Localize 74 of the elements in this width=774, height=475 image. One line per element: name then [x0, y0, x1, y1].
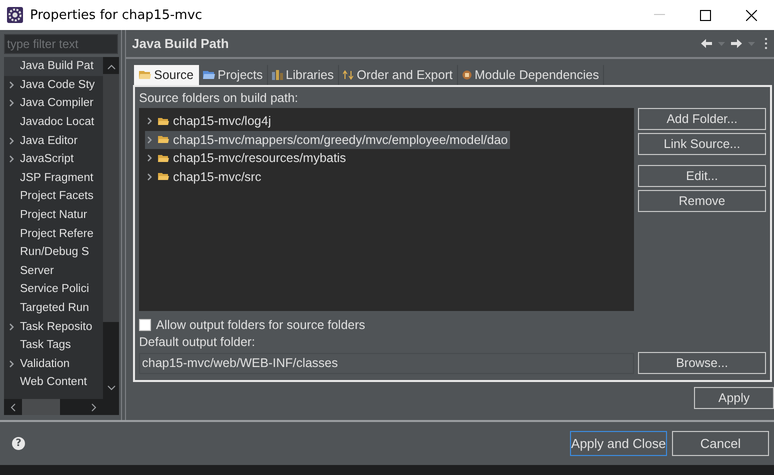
folder-icon	[158, 116, 169, 126]
sidebar-item[interactable]: Server	[4, 262, 103, 280]
output-folder-field[interactable]: chap15-mvc/web/WEB-INF/classes	[139, 352, 634, 374]
chevron-right-icon[interactable]	[147, 117, 153, 126]
scrollbar-thumb[interactable]	[22, 399, 60, 415]
checkbox-label: Allow output folders for source folders	[156, 318, 366, 332]
chevron-right-icon[interactable]	[91, 402, 97, 412]
help-button[interactable]: ?	[12, 437, 25, 450]
sidebar-item[interactable]: Java Build Pat	[4, 57, 103, 76]
sidebar-item[interactable]: Task Tags	[4, 336, 103, 354]
books-icon	[272, 70, 283, 80]
chevron-right-icon[interactable]	[9, 99, 15, 108]
browse-button[interactable]: Browse...	[638, 352, 766, 374]
close-icon[interactable]	[746, 10, 756, 20]
chevron-right-icon[interactable]	[147, 136, 153, 144]
sidebar-item[interactable]: Java Compiler	[4, 94, 103, 113]
module-icon	[462, 70, 472, 80]
sidebar-item[interactable]: Task Reposito	[4, 317, 103, 336]
chevron-right-icon[interactable]	[147, 172, 153, 181]
forward-arrow-icon[interactable]	[731, 39, 742, 48]
folder-icon	[158, 154, 169, 163]
folder-icon	[202, 70, 215, 80]
folder-row[interactable]: chap15-mvc/resources/mybatis	[145, 149, 348, 168]
chevron-right-icon[interactable]	[147, 154, 153, 162]
folder-icon	[158, 172, 169, 182]
maximize-icon[interactable]	[700, 10, 710, 20]
sidebar-item[interactable]: Project Refere	[4, 224, 103, 243]
sidebar-item[interactable]: Targeted Run	[4, 298, 103, 318]
sidebar-item[interactable]: JSP Fragment	[4, 168, 103, 188]
footer-button[interactable]: Cancel	[672, 431, 769, 456]
folder-row[interactable]: chap15-mvc/mappers/com/greedy/mvc/employee/model/dao	[145, 130, 510, 149]
tab[interactable]: Projects	[198, 65, 268, 85]
folder-row[interactable]: chap15-mvc/log4j	[145, 112, 273, 130]
page-title: Java Build Path	[132, 36, 230, 51]
footer-button[interactable]: Apply and Close	[570, 431, 667, 456]
field-label: Default output folder:	[139, 335, 256, 349]
arrows-icon	[342, 70, 354, 80]
folder-icon	[158, 135, 169, 144]
sidebar-item[interactable]: Service Polici	[4, 280, 103, 299]
side-button[interactable]: Link Source...	[638, 133, 766, 155]
sidebar-item[interactable]: Validation	[4, 354, 103, 374]
more-icon[interactable]	[765, 38, 768, 49]
sidebar-item[interactable]: Java Editor	[4, 131, 103, 150]
back-arrow-icon[interactable]	[701, 39, 712, 48]
sidebar-item[interactable]: JavaScript	[4, 150, 103, 169]
chevron-up-icon[interactable]	[106, 64, 116, 70]
side-button[interactable]: Remove	[638, 190, 766, 212]
chevron-right-icon[interactable]	[9, 80, 15, 89]
chevron-right-icon[interactable]	[9, 360, 15, 368]
sidebar-item[interactable]: Project Natur	[4, 206, 103, 224]
side-button[interactable]: Add Folder...	[638, 108, 766, 130]
sidebar-item[interactable]: Java Code Sty	[4, 76, 103, 94]
chevron-left-icon[interactable]	[10, 402, 16, 412]
tab[interactable]: Source	[134, 65, 199, 85]
sidebar-item[interactable]: Javadoc Locat	[4, 112, 103, 132]
folder-icon	[139, 70, 151, 80]
chevron-right-icon[interactable]	[9, 322, 15, 331]
side-button[interactable]: Edit...	[638, 165, 766, 187]
folder-row[interactable]: chap15-mvc/src	[145, 168, 264, 186]
tab[interactable]: Order and Export	[338, 65, 458, 85]
checkbox[interactable]	[139, 319, 151, 331]
chevron-right-icon[interactable]	[9, 136, 15, 145]
section-label: Source folders on build path:	[139, 91, 300, 105]
sidebar-item[interactable]: Project Facets	[4, 187, 103, 206]
chevron-down-icon[interactable]	[106, 385, 116, 391]
sidebar-item[interactable]: Web Content	[4, 373, 103, 392]
filter-field[interactable]: type filter text	[4, 34, 118, 54]
scrollbar-thumb[interactable]	[103, 74, 119, 322]
tab[interactable]: Module Dependencies	[458, 65, 604, 85]
app-icon	[7, 7, 23, 23]
sidebar-item[interactable]: Run/Debug S	[4, 242, 103, 262]
chevron-right-icon[interactable]	[9, 155, 15, 164]
apply-button[interactable]: Apply	[694, 387, 774, 409]
window-title: Properties for chap15-mvc	[30, 8, 202, 22]
